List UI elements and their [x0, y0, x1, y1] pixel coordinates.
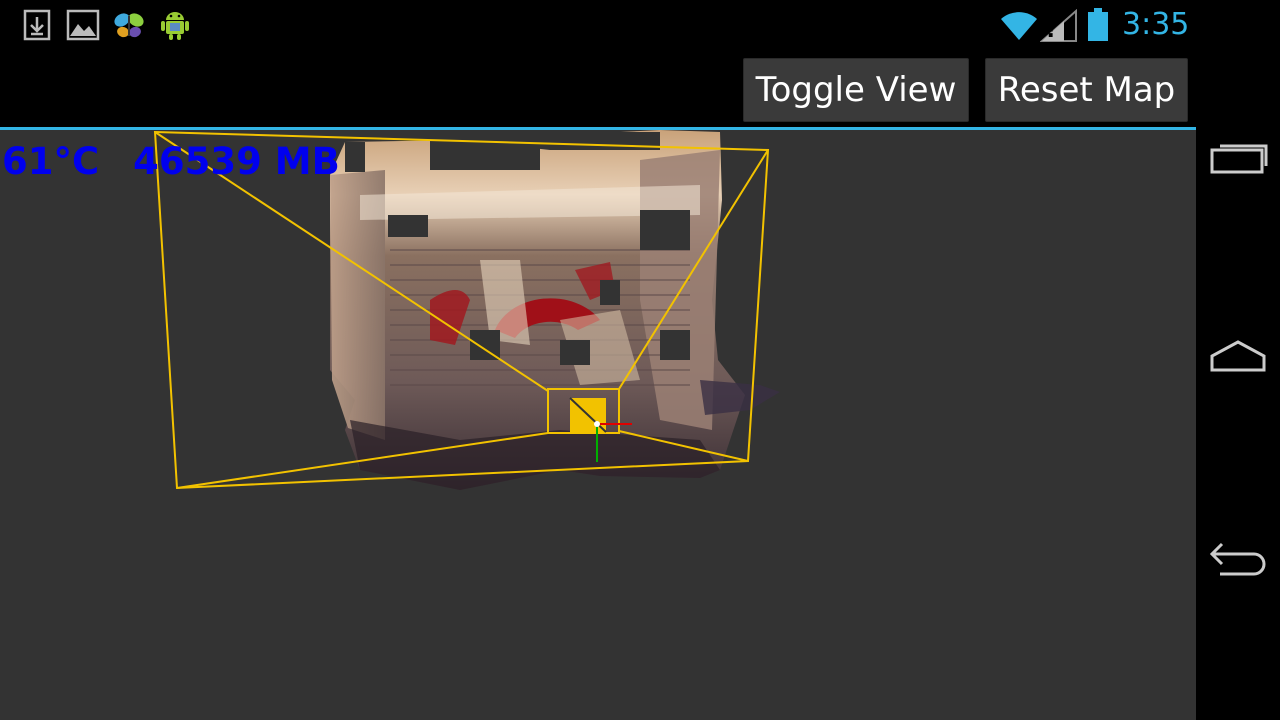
status-clock: 3:35 — [1122, 7, 1190, 42]
gallery-icon — [66, 9, 100, 41]
memory-readout: 46539 MB — [133, 140, 340, 183]
status-bar: ? 3:35 — [0, 0, 1196, 50]
reset-map-button[interactable]: Reset Map — [985, 58, 1188, 122]
recent-apps-icon[interactable] — [1206, 128, 1270, 192]
point-cloud-scene — [153, 130, 780, 490]
navigation-bar — [1196, 0, 1280, 720]
temperature-readout: 61°C — [2, 140, 100, 183]
android-robot-icon — [161, 12, 189, 40]
back-icon[interactable] — [1206, 526, 1270, 590]
svg-text:?: ? — [1045, 18, 1058, 42]
signal-unknown-icon: ? — [1040, 9, 1077, 42]
wifi-icon — [1001, 12, 1037, 40]
point-cloud — [330, 130, 780, 490]
download-icon — [23, 9, 51, 41]
butterfly-app-icon — [114, 13, 144, 38]
map-viewport[interactable]: 61°C 46539 MB — [0, 130, 1196, 720]
home-icon[interactable] — [1206, 326, 1270, 390]
stats-overlay: 61°C 46539 MB — [2, 140, 340, 183]
toggle-view-button[interactable]: Toggle View — [743, 58, 969, 122]
battery-icon — [1088, 8, 1108, 41]
